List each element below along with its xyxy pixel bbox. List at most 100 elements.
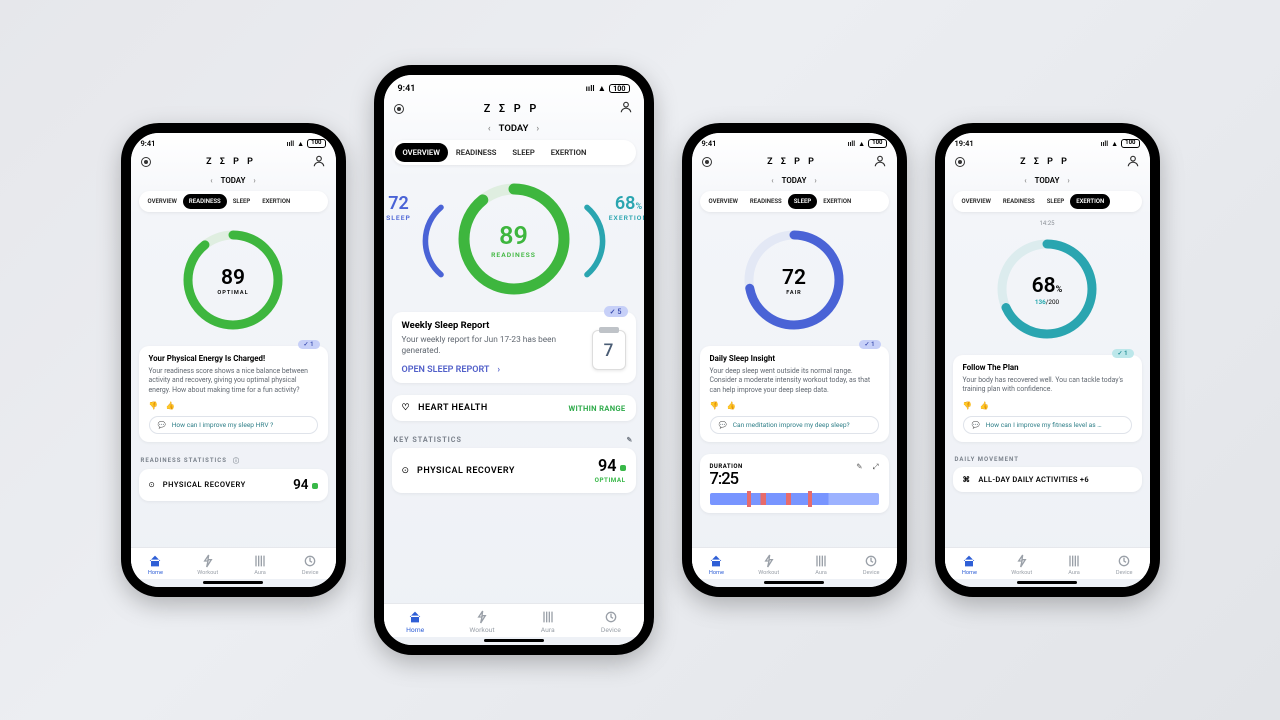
thumbs-down-icon[interactable]: 👎 xyxy=(963,401,972,410)
next-day-button[interactable]: › xyxy=(1067,176,1069,185)
nav-device[interactable]: Device xyxy=(863,553,880,576)
stat-physical-recovery[interactable]: ⊙ PHYSICAL RECOVERY 94 xyxy=(139,469,328,501)
heart-health-card[interactable]: ♡ HEART HEALTH WITHIN RANGE xyxy=(392,395,636,421)
next-day-button[interactable]: › xyxy=(253,176,255,185)
thumbs-up-icon[interactable]: 👍 xyxy=(166,401,175,410)
status-bar: 19:41 ııll▲100 xyxy=(945,133,1150,150)
tab-exertion[interactable]: EXERTION xyxy=(543,143,595,162)
nav-device[interactable]: Device xyxy=(1116,553,1133,576)
tab-readiness[interactable]: READINESS xyxy=(183,194,227,209)
heart-label: HEART HEALTH xyxy=(418,403,488,413)
prev-day-button[interactable]: ‹ xyxy=(1024,176,1026,185)
location-icon[interactable] xyxy=(394,104,404,114)
tab-overview[interactable]: OVERVIEW xyxy=(703,194,744,209)
wifi-icon: ▲ xyxy=(297,139,304,148)
insight-card: ✓ 1 Daily Sleep Insight Your deep sleep … xyxy=(700,346,889,442)
nav-workout[interactable]: Workout xyxy=(1011,553,1032,576)
nav-home[interactable]: Home xyxy=(961,553,977,576)
next-day-button[interactable]: › xyxy=(536,123,539,134)
battery-icon: 100 xyxy=(307,139,325,148)
thumbs-down-icon[interactable]: 👎 xyxy=(149,401,158,410)
profile-icon[interactable] xyxy=(312,154,326,170)
exertion-unit: % xyxy=(1056,285,1063,295)
tab-sleep[interactable]: SLEEP xyxy=(1041,194,1071,209)
stat-label: PHYSICAL RECOVERY xyxy=(417,466,587,476)
stat-value: 94 xyxy=(293,477,308,493)
section-title: DAILY MOVEMENT xyxy=(955,456,1019,463)
nav-workout[interactable]: Workout xyxy=(469,609,494,634)
battery-icon: 100 xyxy=(1121,139,1139,148)
profile-icon[interactable] xyxy=(1126,154,1140,170)
tab-exertion[interactable]: EXERTION xyxy=(256,194,296,209)
insight-body: Your readiness score shows a nice balanc… xyxy=(149,367,318,395)
nav-aura[interactable]: Aura xyxy=(540,609,556,634)
expand-icon[interactable]: ⤢ xyxy=(873,462,879,472)
nav-aura[interactable]: Aura xyxy=(252,553,268,576)
stat-physical-recovery[interactable]: ⊙ PHYSICAL RECOVERY 94 OPTIMAL xyxy=(392,448,636,493)
prev-day-button[interactable]: ‹ xyxy=(771,176,773,185)
tab-readiness[interactable]: READINESS xyxy=(448,143,504,162)
location-icon[interactable] xyxy=(955,157,965,167)
wifi-icon: ▲ xyxy=(858,139,865,148)
sleep-score: 72 xyxy=(782,266,806,290)
tab-sleep[interactable]: SLEEP xyxy=(788,194,818,209)
tab-readiness[interactable]: READINESS xyxy=(997,194,1041,209)
home-indicator[interactable] xyxy=(203,581,263,584)
profile-icon[interactable] xyxy=(619,100,633,117)
suggestion-chip[interactable]: 💬 How can I improve my fitness level as … xyxy=(963,416,1132,434)
suggestion-chip[interactable]: 💬 How can I improve my sleep HRV ? xyxy=(149,416,318,434)
overview-exertion-metric[interactable]: 68% EXERTION xyxy=(580,193,610,289)
tab-sleep[interactable]: SLEEP xyxy=(227,194,257,209)
cellular-icon: ııll xyxy=(1101,139,1109,148)
prev-day-button[interactable]: ‹ xyxy=(488,123,491,134)
nav-aura[interactable]: Aura xyxy=(1066,553,1082,576)
tab-exertion[interactable]: EXERTION xyxy=(817,194,857,209)
status-bar: 9:41 ııll▲100 xyxy=(692,133,897,150)
thumbs-up-icon[interactable]: 👍 xyxy=(727,401,736,410)
tab-readiness[interactable]: READINESS xyxy=(744,194,788,209)
edit-icon[interactable]: ✎ xyxy=(626,435,633,444)
profile-icon[interactable] xyxy=(873,154,887,170)
tab-sleep[interactable]: SLEEP xyxy=(504,143,542,162)
nav-aura[interactable]: Aura xyxy=(813,553,829,576)
nav-device[interactable]: Device xyxy=(302,553,319,576)
location-icon[interactable] xyxy=(141,157,151,167)
overview-sleep-metric[interactable]: 72 SLEEP xyxy=(418,193,448,289)
nav-workout[interactable]: Workout xyxy=(197,553,218,576)
location-icon[interactable] xyxy=(702,157,712,167)
nav-home[interactable]: Home xyxy=(147,553,163,576)
home-indicator[interactable] xyxy=(764,581,824,584)
next-day-button[interactable]: › xyxy=(814,176,816,185)
overview-readiness-ring[interactable]: 89 READINESS xyxy=(454,179,574,302)
clock: 19:41 xyxy=(955,139,974,148)
activity-icon: ⌘ xyxy=(963,475,971,484)
tab-overview[interactable]: OVERVIEW xyxy=(142,194,183,209)
home-indicator[interactable] xyxy=(1017,581,1077,584)
nav-workout[interactable]: Workout xyxy=(758,553,779,576)
nav-device[interactable]: Device xyxy=(601,609,621,634)
nav-home[interactable]: Home xyxy=(708,553,724,576)
home-indicator[interactable] xyxy=(484,639,544,642)
insight-card: ✓ 1 Follow The Plan Your body has recove… xyxy=(953,355,1142,442)
readiness-label: READINESS xyxy=(491,251,536,259)
edit-icon[interactable]: ✎ xyxy=(856,462,862,472)
chevron-right-icon: › xyxy=(497,365,500,375)
phone-readiness: 9:41 ııll ▲ 100 Z Σ P P ‹ TODAY › OVERVI… xyxy=(121,123,346,597)
stat-label: PHYSICAL RECOVERY xyxy=(163,480,285,489)
tab-overview[interactable]: OVERVIEW xyxy=(395,143,448,162)
nav-home[interactable]: Home xyxy=(406,609,424,634)
sleep-label: SLEEP xyxy=(386,214,411,222)
insight-title: Follow The Plan xyxy=(963,363,1132,372)
info-icon[interactable]: ⓘ xyxy=(233,456,240,465)
daily-activities-label: ALL-DAY DAILY ACTIVITIES +6 xyxy=(978,475,1089,484)
report-badge: ✓ 5 xyxy=(604,306,628,317)
daily-activities-row[interactable]: ⌘ ALL-DAY DAILY ACTIVITIES +6 xyxy=(953,467,1142,492)
thumbs-down-icon[interactable]: 👎 xyxy=(710,401,719,410)
tab-exertion[interactable]: EXERTION xyxy=(1070,194,1110,209)
prev-day-button[interactable]: ‹ xyxy=(210,176,212,185)
suggestion-chip[interactable]: 💬 Can meditation improve my deep sleep? xyxy=(710,416,879,434)
tab-overview[interactable]: OVERVIEW xyxy=(956,194,997,209)
report-title: Weekly Sleep Report xyxy=(402,320,626,331)
readiness-score-label: OPTIMAL xyxy=(217,290,248,296)
thumbs-up-icon[interactable]: 👍 xyxy=(980,401,989,410)
